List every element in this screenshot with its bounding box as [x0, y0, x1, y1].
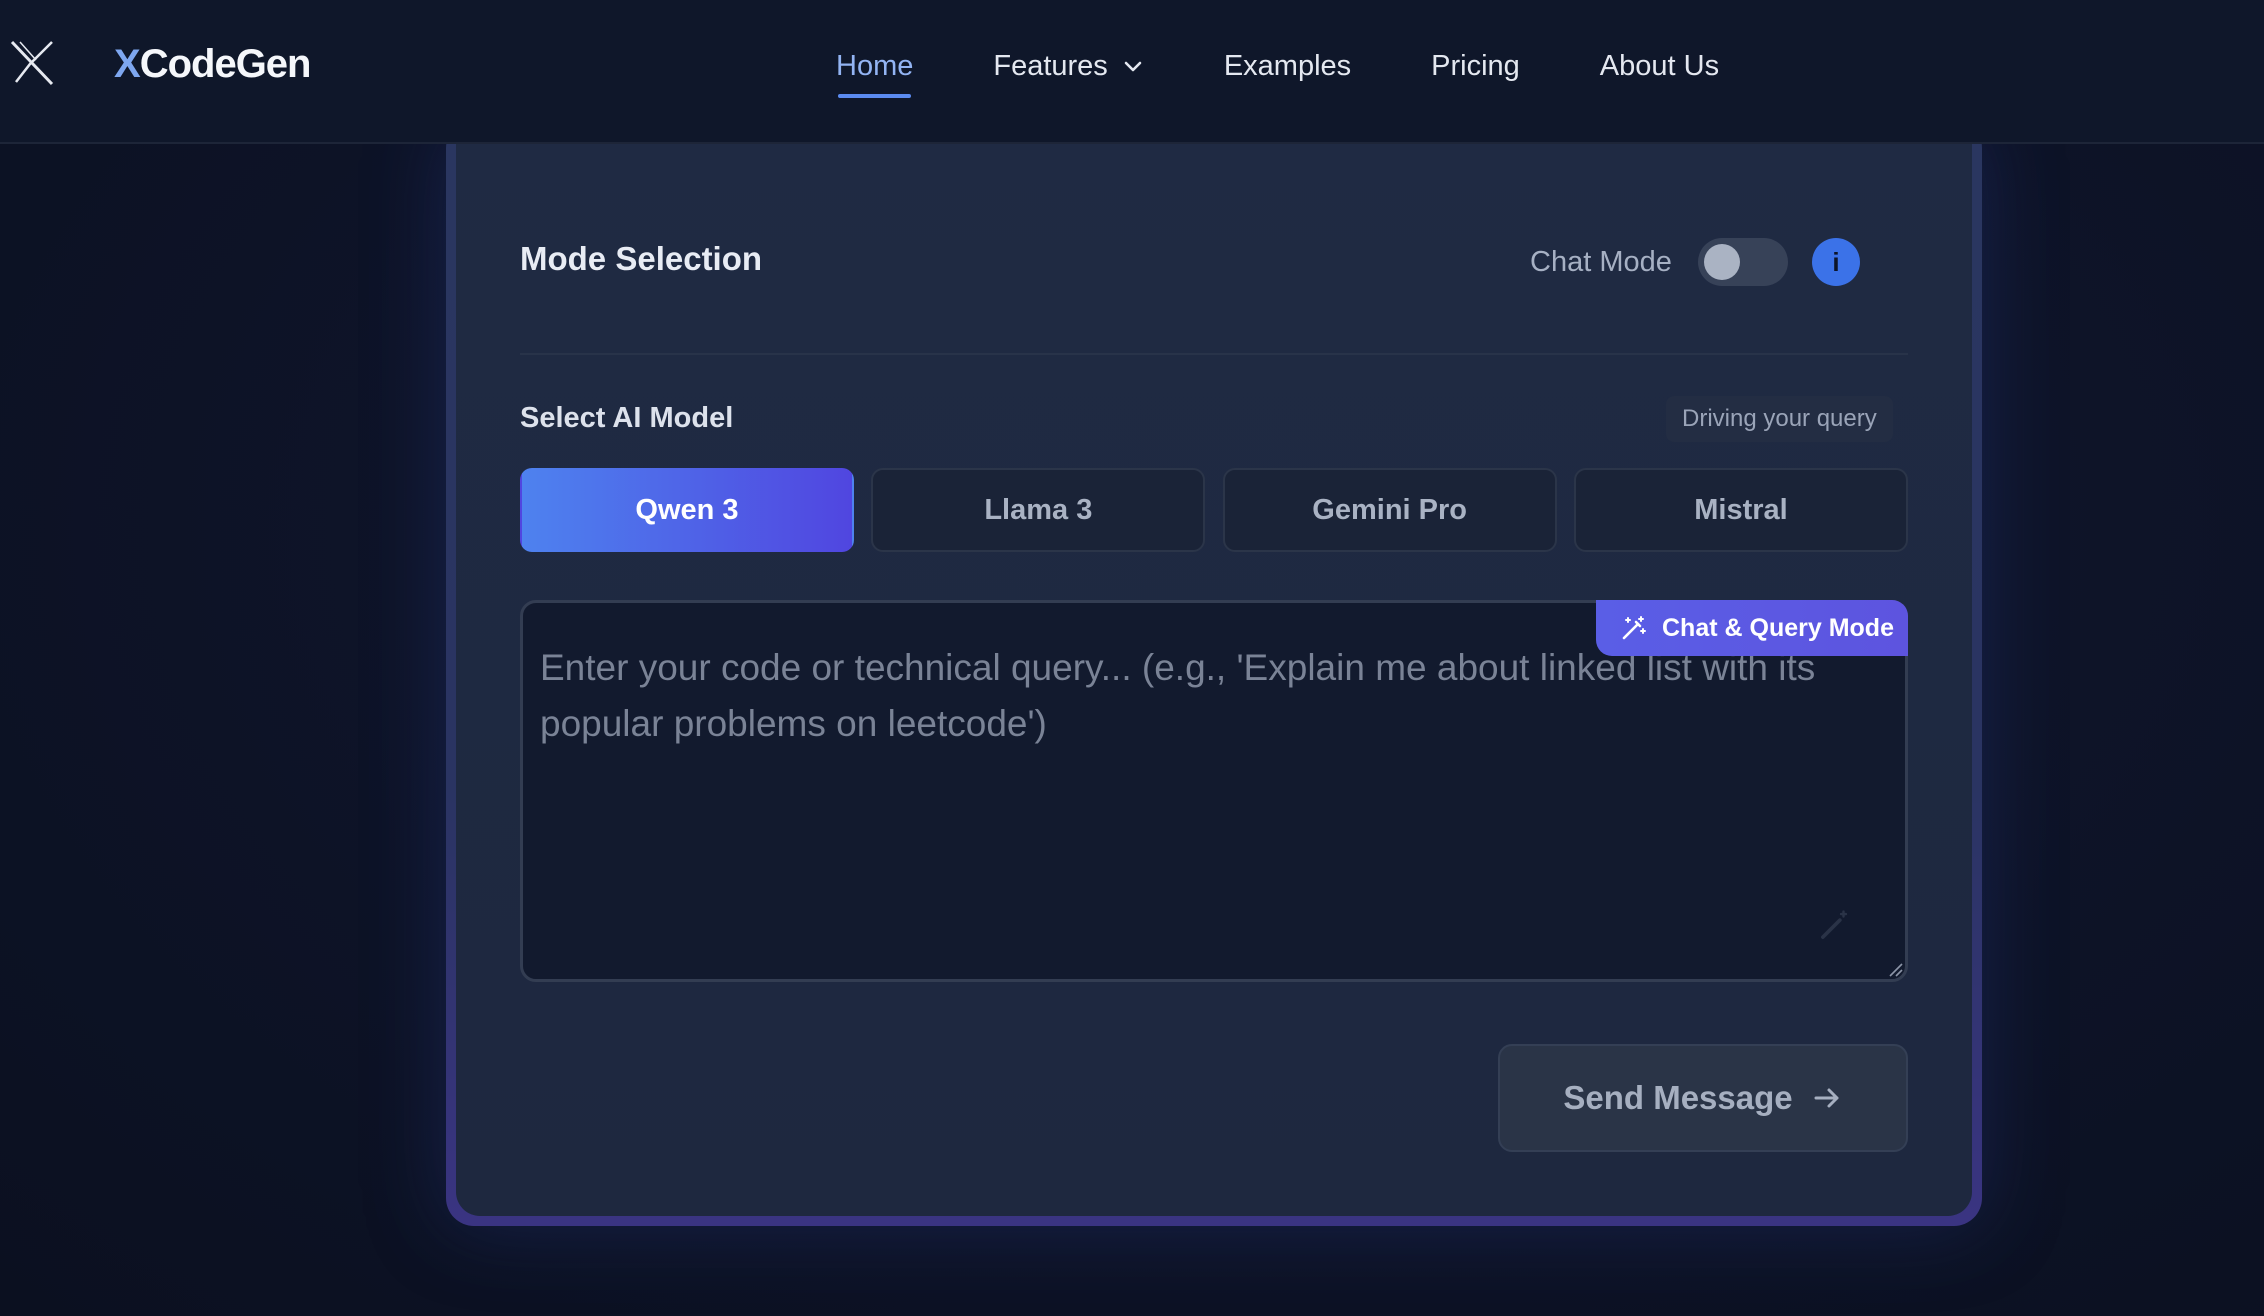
nav-link-features[interactable]: Features [993, 40, 1143, 92]
model-option-qwen-3[interactable]: Qwen 3 [520, 468, 854, 552]
faint-wand-icon [1821, 910, 1848, 939]
page: XCodeGen Home Features Examples Pricing … [0, 0, 2264, 1316]
nav-link-home-label: Home [836, 50, 914, 82]
section-divider [520, 353, 1908, 355]
send-message-label: Send Message [1563, 1079, 1793, 1116]
select-model-label: Select AI Model [520, 402, 734, 434]
chat-mode-toggle[interactable] [1698, 238, 1788, 286]
model-selector: Qwen 3 Llama 3 Gemini Pro Mistral [520, 468, 1908, 552]
top-navbar: XCodeGen Home Features Examples Pricing … [0, 0, 2264, 144]
toggle-knob [1704, 244, 1740, 280]
model-option-mistral[interactable]: Mistral [1573, 468, 1908, 552]
x-logo-icon[interactable] [6, 36, 58, 88]
chat-query-mode-badge: Chat & Query Mode [1596, 600, 1908, 656]
main-nav: Home Features Examples Pricing About Us [836, 40, 1719, 98]
info-button[interactable]: i [1812, 238, 1860, 286]
nav-link-examples[interactable]: Examples [1224, 40, 1351, 92]
chevron-down-icon [1124, 61, 1142, 72]
resize-grip-icon[interactable] [1888, 962, 1904, 978]
nav-link-home[interactable]: Home [836, 40, 914, 98]
nav-link-pricing-label: Pricing [1431, 50, 1520, 82]
chat-mode-label: Chat Mode [1530, 246, 1672, 278]
nav-link-about-label: About Us [1599, 50, 1720, 82]
model-option-llama-3[interactable]: Llama 3 [871, 468, 1206, 552]
nav-link-about[interactable]: About Us [1600, 40, 1719, 92]
nav-link-features-label: Features [993, 50, 1108, 82]
nav-link-examples-label: Examples [1223, 50, 1352, 82]
model-hint-badge: Driving your query [1666, 396, 1893, 442]
brand-name: CodeGen [139, 42, 312, 86]
mode-selection-title: Mode Selection [520, 240, 763, 277]
mode-badge-label: Chat & Query Mode [1662, 613, 1894, 642]
nav-link-pricing[interactable]: Pricing [1431, 40, 1520, 92]
model-option-gemini-pro[interactable]: Gemini Pro [1222, 468, 1557, 552]
magic-wand-icon [1622, 616, 1646, 640]
brand-accent: X [114, 42, 141, 86]
arrow-right-icon [1814, 1088, 1839, 1108]
send-message-button[interactable]: Send Message [1498, 1044, 1908, 1152]
info-icon: i [1832, 246, 1840, 277]
brand-logo-text[interactable]: XCodeGen [114, 38, 312, 90]
query-textarea[interactable] [540, 640, 1870, 960]
